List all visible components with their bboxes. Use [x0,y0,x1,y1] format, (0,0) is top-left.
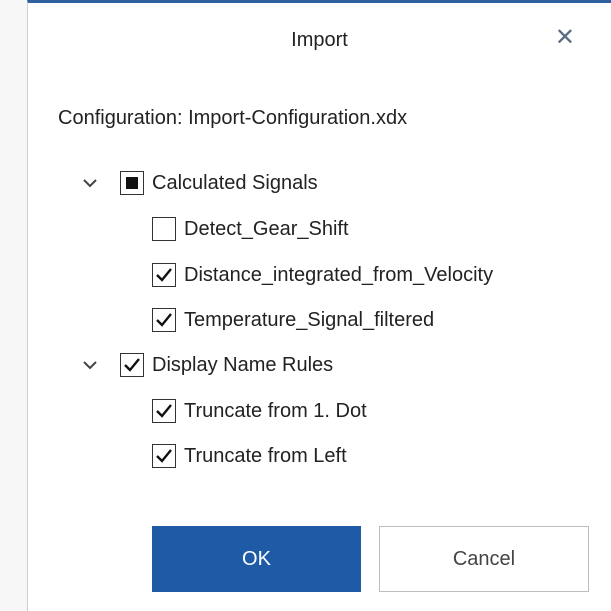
display-name-rules-checkbox[interactable] [120,353,144,377]
truncate-left-label: Truncate from Left [184,444,347,467]
distance-integrated-checkbox[interactable] [152,263,176,287]
temperature-filtered-checkbox[interactable] [152,308,176,332]
dialog-title: Import [291,29,348,51]
checkmark-icon [156,449,172,463]
tree-item-truncate-left: Truncate from Left [152,440,347,472]
truncate-dot-checkbox[interactable] [152,399,176,423]
detect-gear-shift-checkbox[interactable] [152,217,176,241]
tree-item-temperature-filtered: Temperature_Signal_filtered [152,304,434,336]
indeterminate-icon [126,177,138,189]
ok-button[interactable]: OK [152,526,361,592]
detect-gear-shift-label: Detect_Gear_Shift [184,217,349,240]
checkmark-icon [156,404,172,418]
distance-integrated-label: Distance_integrated_from_Velocity [184,263,494,286]
tree-node-calculated-signals: Calculated Signals [76,167,318,199]
tree-item-truncate-dot: Truncate from 1. Dot [152,395,367,427]
tree-item-distance-integrated: Distance_integrated_from_Velocity [152,259,493,291]
checkmark-icon [124,358,140,372]
tree-node-display-name-rules: Display Name Rules [76,349,333,381]
chevron-down-icon[interactable] [76,349,104,381]
chevron-down-icon[interactable] [76,167,104,199]
checkmark-icon [156,313,172,327]
tree-item-detect-gear-shift: Detect_Gear_Shift [152,213,349,245]
cancel-button[interactable]: Cancel [379,526,589,592]
temperature-filtered-label: Temperature_Signal_filtered [184,308,435,331]
checkmark-icon [156,268,172,282]
display-name-rules-label: Display Name Rules [152,353,334,376]
configuration-label: Configuration: Import-Configuration.xdx [58,107,408,129]
calculated-signals-checkbox[interactable] [120,171,144,195]
calculated-signals-label: Calculated Signals [152,171,318,194]
import-dialog: Import ✕ Configuration: Import-Configura… [27,0,611,611]
truncate-dot-label: Truncate from 1. Dot [184,399,367,422]
truncate-left-checkbox[interactable] [152,444,176,468]
close-icon[interactable]: ✕ [555,23,575,53]
